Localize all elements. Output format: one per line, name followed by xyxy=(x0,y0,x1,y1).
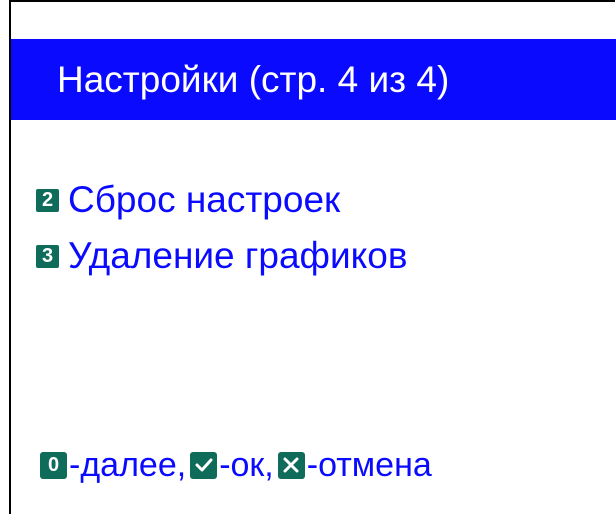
key-3-badge: 3 xyxy=(36,244,59,268)
ok-hint-label: -ок, xyxy=(219,445,274,484)
cross-icon[interactable] xyxy=(277,451,305,479)
cancel-hint-label: -отмена xyxy=(306,445,432,484)
page-title: Настройки (стр. 4 из 4) xyxy=(57,58,450,100)
next-hint-label: -далее, xyxy=(69,445,187,484)
key-0-badge[interactable]: 0 xyxy=(40,451,67,479)
key-hint-bar: 0 -далее, -ок, -отмена xyxy=(40,438,436,492)
menu-item-label: Сброс настроек xyxy=(68,179,341,220)
settings-screen: Настройки (стр. 4 из 4) 2 Сброс настроек… xyxy=(0,0,616,514)
settings-menu: 2 Сброс настроек 3 Удаление графиков xyxy=(36,172,408,284)
key-2-badge: 2 xyxy=(36,188,59,212)
check-icon[interactable] xyxy=(190,451,218,479)
menu-item-delete-graphs[interactable]: 3 Удаление графиков xyxy=(36,228,408,284)
menu-item-label: Удаление графиков xyxy=(68,235,408,276)
menu-item-reset-settings[interactable]: 2 Сброс настроек xyxy=(36,172,408,228)
title-bar: Настройки (стр. 4 из 4) xyxy=(11,39,616,120)
